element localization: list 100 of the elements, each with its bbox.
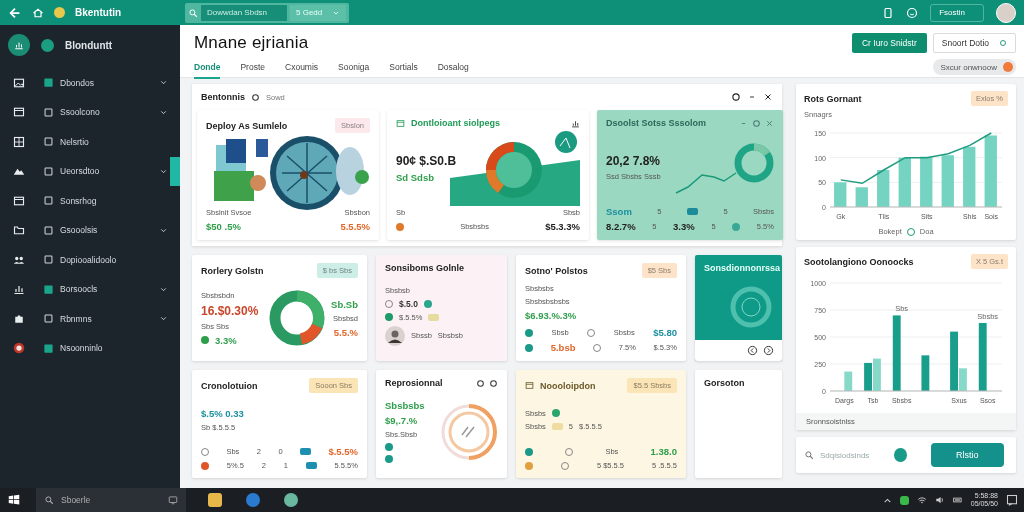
monitor-icon <box>168 495 178 505</box>
window-icon <box>13 194 25 207</box>
search-icon <box>804 450 814 460</box>
phone-icon[interactable] <box>882 6 895 19</box>
grid-icon <box>13 135 25 148</box>
card-title: Gorsoton <box>704 378 746 388</box>
speaker-icon[interactable] <box>934 495 945 505</box>
value-text: $5.80 <box>653 327 677 338</box>
ring-chart-drawing <box>729 284 773 329</box>
back-icon[interactable] <box>8 5 22 20</box>
smiley-icon[interactable] <box>906 6 919 19</box>
bar-chart-icon <box>13 283 25 296</box>
value-text: Sbsbsbs <box>385 400 425 411</box>
lifebuoy-icon <box>13 342 25 355</box>
notification-icon[interactable] <box>1006 494 1018 506</box>
metric-value: 90¢ $.S0.B <box>396 153 457 168</box>
card-title: Sotno' Polstos <box>525 265 589 276</box>
brand-icon <box>41 38 54 52</box>
primary-button[interactable]: Cr Iuro Snidstr <box>851 33 927 53</box>
value-text: Ssom <box>606 206 632 217</box>
square-icon <box>43 313 54 325</box>
circle-icon[interactable] <box>731 92 741 102</box>
card-title: Rots Gornant <box>804 93 863 104</box>
value-text: $6.93.%.3% <box>525 310 577 321</box>
card-title: Reprosionnal <box>385 378 444 388</box>
value-text: $.5% 0.33 <box>201 407 244 419</box>
tab[interactable]: Sortials <box>389 62 418 79</box>
search-bar[interactable]: Sboerle <box>36 488 186 512</box>
filter-chip[interactable]: Sxcur onwnoow <box>932 59 1016 75</box>
tab[interactable]: Cxoumis <box>285 62 319 79</box>
chart-bar <box>898 157 911 207</box>
bar-chart-icon[interactable] <box>571 118 580 128</box>
value-text: 5.5.5% <box>340 221 370 232</box>
battery-icon[interactable] <box>952 495 963 505</box>
home-icon[interactable] <box>32 6 44 19</box>
value-text: 5.bsb <box>550 342 576 353</box>
chart-bar <box>941 155 954 207</box>
square-icon <box>43 342 54 354</box>
caret-icon[interactable] <box>882 495 892 505</box>
tab[interactable]: Proste <box>240 62 266 79</box>
image-icon <box>13 76 25 89</box>
secondary-button[interactable]: Snoort Dotio <box>932 33 1016 53</box>
label-text: $.5.0 <box>399 298 418 309</box>
app-name: Bkentutin <box>75 7 122 18</box>
start-icon[interactable] <box>8 494 20 506</box>
tab[interactable]: Dosalog <box>437 62 469 79</box>
add-button[interactable] <box>894 448 907 462</box>
sidebar-item[interactable]: Borsoocls <box>0 274 180 304</box>
tab[interactable]: Sooniga <box>338 62 370 79</box>
search-field[interactable]: Sboerle <box>59 493 163 507</box>
chart-bar <box>978 322 987 391</box>
square-icon <box>43 136 54 148</box>
value-text: 5.5.% <box>333 326 358 338</box>
card-title: Rorlery Golstn <box>201 265 265 276</box>
dot-icon <box>1003 62 1013 72</box>
chart-bar <box>877 170 890 207</box>
chart-bar <box>855 187 868 207</box>
value-text: $50 .5% <box>206 221 241 232</box>
sidebar-item[interactable]: Ueorsdtoo <box>0 156 180 186</box>
circle-icon <box>251 92 260 102</box>
value-text: 3.3% <box>215 334 237 346</box>
sidebar-item[interactable]: Dopiooalidoolo <box>0 245 180 275</box>
close-icon[interactable] <box>763 92 773 102</box>
window-icon <box>13 106 25 119</box>
chart-bar <box>984 135 997 207</box>
sidebar-title: Blonduntt <box>65 39 113 51</box>
sidebar-item[interactable]: Sonsrhog <box>0 186 180 216</box>
square-icon <box>43 224 54 236</box>
primary-button[interactable]: Rlstio <box>930 443 1004 467</box>
sidebar-item[interactable]: Gsooolsis <box>0 215 180 245</box>
square-icon <box>43 106 54 118</box>
window-icon <box>396 118 405 128</box>
square-icon <box>43 254 54 266</box>
sidebar-item[interactable]: Rbnmns <box>0 304 180 334</box>
account-button[interactable]: Fsostin <box>930 3 984 22</box>
search-icon <box>44 495 54 505</box>
logo-icon <box>54 7 65 18</box>
metric-value: 16.$0.30% <box>201 303 259 318</box>
tab[interactable]: Donde <box>194 62 221 79</box>
sidebar-item[interactable]: Dbondos <box>0 68 180 98</box>
search-field[interactable]: Sdqisiodsinds <box>804 449 888 461</box>
sidebar-item[interactable]: Nelsrtio <box>0 127 180 157</box>
card-title: Dontloioant siolpegs <box>411 118 501 128</box>
avatar[interactable] <box>996 2 1016 23</box>
panel-title: Bentonnis <box>201 92 245 102</box>
sidebar-item[interactable]: Nsoonninlo <box>0 333 180 363</box>
circle-icon[interactable] <box>476 378 485 388</box>
chart-bar <box>921 355 930 391</box>
circle-icon[interactable] <box>489 378 498 388</box>
chart-bar <box>834 182 847 207</box>
sidebar-item[interactable]: Ssoolcono <box>0 97 180 127</box>
value-text: 1.38.0 <box>650 446 677 457</box>
card-title: Noooloipdon <box>540 380 597 391</box>
card-title: Sootolangiono Oonoocks <box>804 256 915 267</box>
chart-bar <box>844 371 853 391</box>
wifi-icon[interactable] <box>916 495 927 505</box>
chart-bar <box>920 156 933 207</box>
search-field[interactable]: Dowwdan Sbdsn <box>201 4 287 21</box>
menu-button[interactable] <box>8 34 30 56</box>
circle-icon <box>999 39 1007 47</box>
